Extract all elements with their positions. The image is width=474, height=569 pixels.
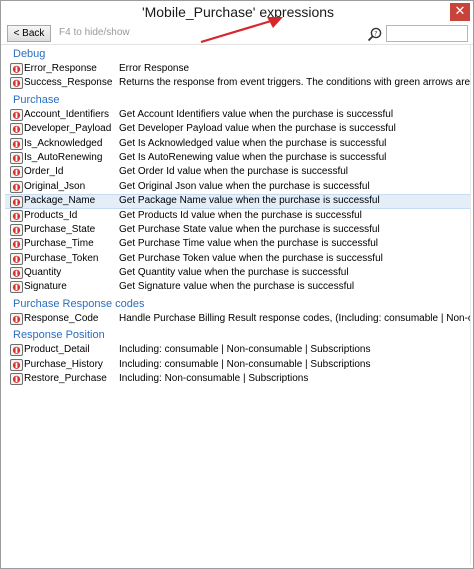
expression-description: Get Products Id value when the purchase …	[119, 209, 362, 221]
expression-row[interactable]: Purchase_Time Get Purchase Time value whe…	[5, 237, 470, 251]
expression-name: Quantity	[24, 267, 62, 279]
expression-description: Handle Purchase Billing Result response …	[119, 312, 470, 324]
expression-description: Get Purchase Token value when the purcha…	[119, 252, 383, 264]
expression-description: Get Purchase Time value when the purchas…	[119, 238, 379, 250]
expression-row[interactable]: Quantity Get Quantity value when the purc…	[5, 266, 470, 280]
expression-name: Success_Response	[24, 77, 113, 89]
expression-row[interactable]: Error_Response Error Response	[5, 62, 470, 76]
expression-icon	[10, 223, 23, 236]
expression-description: Get Quantity value when the purchase is …	[119, 267, 349, 279]
expression-name: Developer_Payload	[24, 123, 112, 135]
expression-name: Purchase_Time	[24, 238, 94, 250]
find-icon[interactable]: ?	[367, 26, 383, 42]
expression-name: Is_AutoRenewing	[24, 151, 103, 163]
expression-description: Including: Non-consumable | Subscription…	[119, 373, 309, 385]
expression-row[interactable]: Is_AutoRenewing Get Is AutoRenewing value…	[5, 151, 470, 165]
expression-description: Returns the response from event triggers…	[119, 77, 471, 89]
expression-row[interactable]: Package_Name Get Package Name value when …	[5, 194, 470, 209]
svg-text:?: ?	[374, 30, 377, 37]
expression-description: Get Is Acknowledged value when the purch…	[119, 137, 387, 149]
expression-icon	[10, 281, 23, 294]
expression-row[interactable]: Success_Response Returns the response fro…	[5, 76, 470, 90]
expression-icon	[10, 63, 23, 75]
expression-icon	[10, 77, 23, 90]
expression-row[interactable]: Original_Json Get Original Json value whe…	[5, 180, 470, 194]
expression-name: Purchase_State	[24, 223, 96, 235]
expression-row[interactable]: Response_Code Handle Purchase Billing Res…	[5, 312, 470, 326]
expression-description: Including: consumable | Non-consumable |…	[119, 344, 371, 356]
expression-icon	[10, 123, 23, 136]
group-header: Response Position	[13, 329, 105, 342]
group-header: Purchase Response codes	[13, 297, 145, 310]
expression-name: Products_Id	[24, 209, 78, 221]
expression-description: Get Signature value when the purchase is…	[119, 281, 355, 293]
expression-row[interactable]: Developer_Payload Get Developer Payload v…	[5, 122, 470, 136]
expression-name: Original_Json	[24, 180, 86, 192]
expression-name: Is_Acknowledged	[24, 137, 103, 149]
expression-icon	[10, 108, 23, 121]
expression-icon	[10, 358, 23, 371]
expression-row[interactable]: Product_Detail Including: consumable | No…	[5, 343, 470, 357]
expressions-list[interactable]: Debug Error_Response Error Response Success…	[5, 45, 471, 565]
expression-name: Signature	[24, 281, 67, 293]
expression-row[interactable]: Products_Id Get Products Id value when th…	[5, 209, 470, 223]
expression-description: Get Original Json value when the purchas…	[119, 180, 370, 192]
expression-row[interactable]: Account_Identifiers Get Account Identifie…	[5, 108, 470, 122]
expression-icon	[10, 252, 23, 265]
expression-name: Restore_Purchase	[24, 373, 107, 385]
expression-row[interactable]: Purchase_Token Get Purchase Token value w…	[5, 252, 470, 266]
close-button[interactable]: ✕	[450, 3, 470, 21]
expression-icon	[10, 137, 23, 150]
expression-row[interactable]: Purchase_State Get Purchase State value w…	[5, 223, 470, 237]
expression-icon	[10, 209, 23, 222]
expression-icon	[10, 373, 23, 386]
expression-description: Get Purchase State value when the purcha…	[119, 223, 380, 235]
expression-name: Order_Id	[24, 166, 64, 178]
expression-icon	[10, 267, 23, 280]
expression-description: Including: consumable | Non-consumable |…	[119, 358, 371, 370]
expression-name: Error_Response	[24, 63, 97, 74]
expression-row[interactable]: Restore_Purchase Including: Non-consumabl…	[5, 372, 470, 386]
expression-name: Purchase_History	[24, 358, 103, 370]
expression-icon	[10, 312, 23, 325]
expression-icon	[10, 151, 23, 164]
expression-description: Get Developer Payload value when the pur…	[119, 123, 396, 135]
expression-description: Get Account Identifiers value when the p…	[119, 108, 394, 120]
expression-row[interactable]: Order_Id Get Order Id value when the purc…	[5, 165, 470, 179]
search-input[interactable]	[386, 25, 468, 42]
expression-icon	[10, 166, 23, 179]
expression-name: Purchase_Token	[24, 252, 99, 264]
expression-icon	[10, 344, 23, 357]
expression-icon	[10, 180, 23, 193]
back-button[interactable]: < Back	[7, 25, 51, 42]
expression-icon	[10, 238, 23, 251]
expression-description: Get Is AutoRenewing value when the purch…	[119, 151, 387, 163]
expression-icon	[10, 196, 23, 209]
hide-show-hint: F4 to hide/show	[59, 27, 130, 38]
expression-row[interactable]: Purchase_History Including: consumable | …	[5, 358, 470, 372]
expression-name: Package_Name	[24, 195, 96, 207]
expression-name: Response_Code	[24, 312, 99, 324]
expressions-dialog: 'Mobile_Purchase' expressions ✕ < Back F…	[0, 0, 474, 569]
group-header: Purchase	[13, 93, 60, 106]
expression-name: Account_Identifiers	[24, 108, 110, 120]
expression-description: Get Order Id value when the purchase is …	[119, 166, 349, 178]
expression-description: Get Package Name value when the purchase…	[119, 195, 380, 207]
group-header: Debug	[13, 48, 46, 60]
expression-description: Error Response	[119, 63, 190, 74]
expression-row[interactable]: Signature Get Signature value when the pu…	[5, 280, 470, 294]
expression-row[interactable]: Is_Acknowledged Get Is Acknowledged value…	[5, 137, 470, 151]
toolbar: < Back F4 to hide/show ?	[1, 23, 473, 45]
expression-name: Product_Detail	[24, 344, 90, 356]
